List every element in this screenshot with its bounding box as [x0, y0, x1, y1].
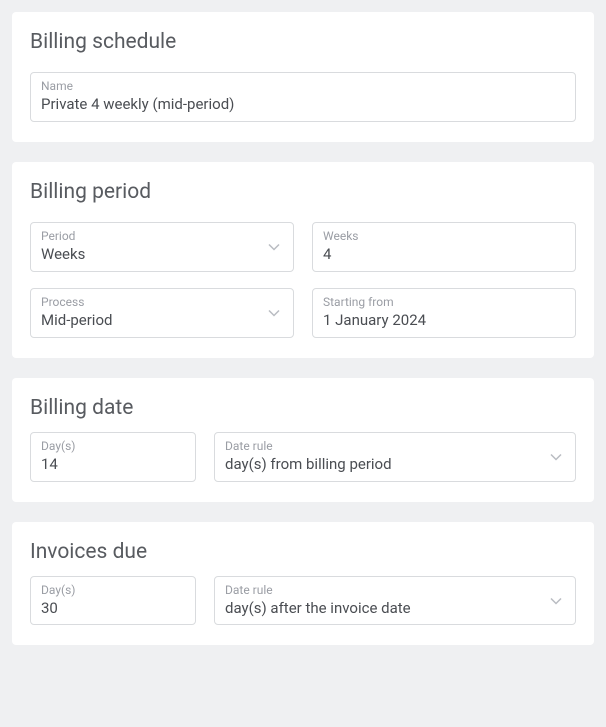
billing-date-days-input[interactable]	[41, 455, 185, 475]
billing-schedule-title: Billing schedule	[30, 30, 576, 54]
invoices-due-days-field[interactable]: Day(s)	[30, 576, 196, 626]
process-select[interactable]: Process Mid-period	[30, 288, 294, 338]
billing-period-card: Billing period Period Weeks Weeks Proces…	[12, 162, 594, 358]
name-label: Name	[41, 79, 565, 93]
period-select[interactable]: Period Weeks	[30, 222, 294, 272]
invoices-due-rule-value: day(s) after the invoice date	[225, 599, 565, 619]
process-label: Process	[41, 295, 283, 309]
billing-date-title: Billing date	[30, 396, 576, 420]
billing-date-rule-value: day(s) from billing period	[225, 455, 565, 475]
weeks-input[interactable]	[323, 245, 565, 265]
invoices-due-title: Invoices due	[30, 540, 576, 564]
invoices-due-rule-label: Date rule	[225, 583, 565, 597]
billing-date-days-label: Day(s)	[41, 439, 185, 453]
billing-period-title: Billing period	[30, 180, 576, 204]
weeks-label: Weeks	[323, 229, 565, 243]
invoices-due-card: Invoices due Day(s) Date rule day(s) aft…	[12, 522, 594, 646]
billing-date-rule-select[interactable]: Date rule day(s) from billing period	[214, 432, 576, 482]
weeks-field[interactable]: Weeks	[312, 222, 576, 272]
invoices-due-days-input[interactable]	[41, 599, 185, 619]
billing-schedule-card: Billing schedule Name	[12, 12, 594, 142]
name-field[interactable]: Name	[30, 72, 576, 122]
starting-from-label: Starting from	[323, 295, 565, 309]
invoices-due-rule-select[interactable]: Date rule day(s) after the invoice date	[214, 576, 576, 626]
invoices-due-days-label: Day(s)	[41, 583, 185, 597]
billing-date-card: Billing date Day(s) Date rule day(s) fro…	[12, 378, 594, 502]
billing-date-days-field[interactable]: Day(s)	[30, 432, 196, 482]
period-value: Weeks	[41, 245, 283, 265]
starting-from-input[interactable]	[323, 311, 565, 331]
starting-from-field[interactable]: Starting from	[312, 288, 576, 338]
name-input[interactable]	[41, 95, 565, 115]
process-value: Mid-period	[41, 311, 283, 331]
period-label: Period	[41, 229, 283, 243]
billing-date-rule-label: Date rule	[225, 439, 565, 453]
